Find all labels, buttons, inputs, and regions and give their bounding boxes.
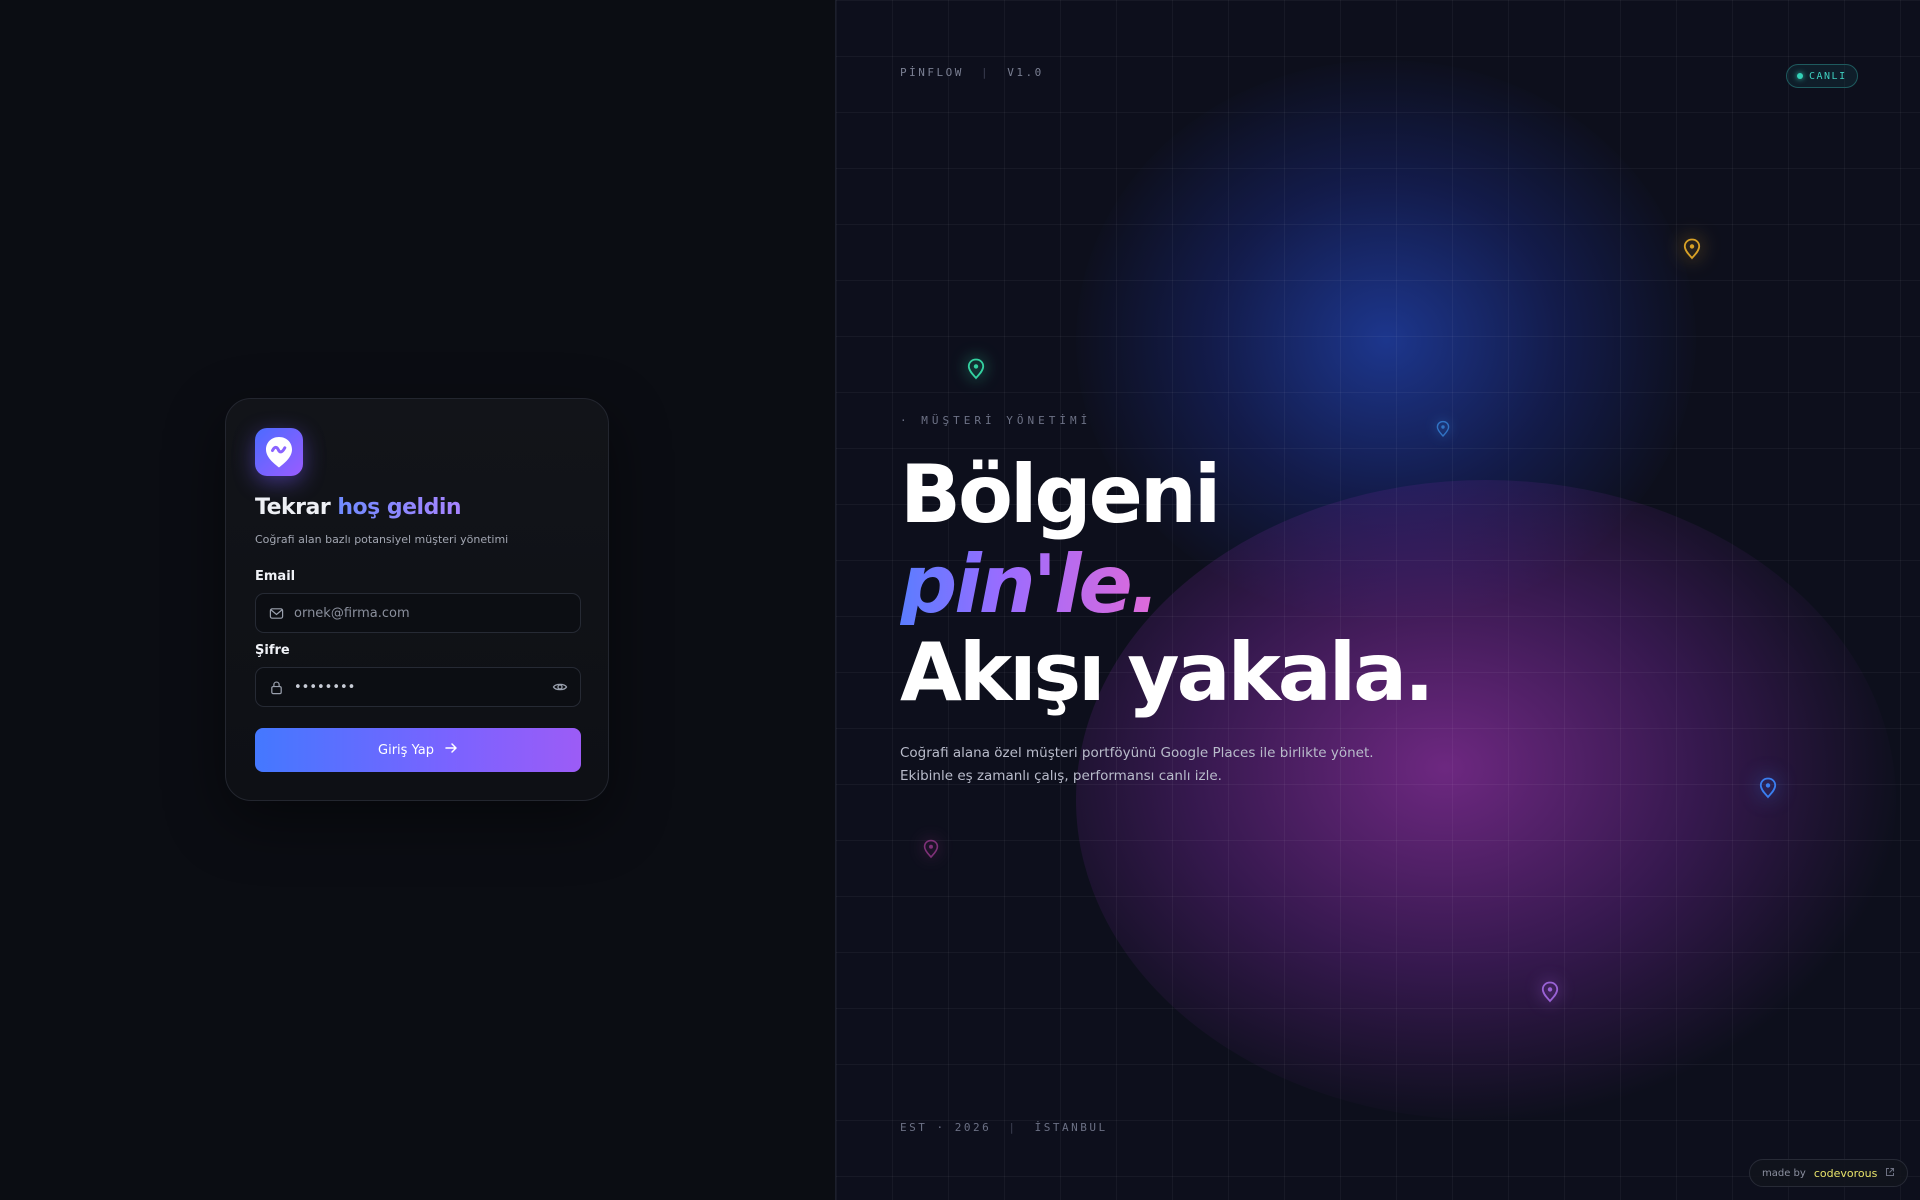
hero-description-line2: Ekibinle eş zamanlı çalış, performansı c… — [900, 768, 1222, 784]
footer-est: EST · 2026 — [900, 1121, 992, 1134]
lock-icon — [268, 679, 284, 695]
brand-version-number: V1.0 — [1007, 66, 1044, 79]
login-panel: Tekrar hoş geldin Coğrafi alan bazlı pot… — [0, 0, 835, 1200]
login-submit-label: Giriş Yap — [378, 742, 434, 758]
footer-city: İSTANBUL — [1034, 1121, 1108, 1134]
hero-headline-line3: Akışı yakala. — [900, 626, 1435, 719]
welcome-title-part1: Tekrar — [255, 495, 331, 520]
live-dot-icon — [1797, 73, 1803, 79]
welcome-subtitle: Coğrafi alan bazlı potansiyel müşteri yö… — [255, 533, 509, 546]
eye-icon[interactable] — [552, 679, 568, 695]
hero-headline-line1: Bölgeni — [900, 448, 1221, 541]
hero-panel: PİNFLOW | V1.0 CANLI · MÜŞTERİ YÖNETİMİ … — [835, 0, 1920, 1200]
made-by-link[interactable]: made by codevorous — [1749, 1159, 1909, 1187]
password-label: Şifre — [255, 643, 290, 658]
external-link-icon — [1885, 1167, 1895, 1180]
arrow-right-icon — [444, 741, 458, 759]
live-badge-label: CANLI — [1809, 70, 1847, 82]
map-pin-icon — [1432, 418, 1454, 440]
email-field[interactable] — [255, 593, 581, 633]
hero-footer: EST · 2026 | İSTANBUL — [900, 1121, 1108, 1134]
login-submit-button[interactable]: Giriş Yap — [255, 728, 581, 772]
map-pin-icon — [1757, 777, 1779, 799]
login-card: Tekrar hoş geldin Coğrafi alan bazlı pot… — [225, 398, 609, 801]
live-badge: CANLI — [1786, 64, 1858, 88]
welcome-title-part2: hoş geldin — [337, 495, 462, 520]
brand-name: PİNFLOW — [900, 66, 964, 79]
map-pin-icon — [965, 358, 987, 380]
brand-version: PİNFLOW | V1.0 — [900, 66, 1044, 79]
map-pin-icon — [1681, 238, 1703, 260]
password-input[interactable] — [294, 679, 552, 695]
hero-description-line1: Coğrafi alana özel müşteri portföyünü Go… — [900, 745, 1374, 761]
made-by-brand: codevorous — [1813, 1166, 1878, 1180]
map-pin-icon — [920, 838, 942, 860]
app-logo-icon — [255, 428, 303, 476]
map-pin-icon — [1539, 981, 1561, 1003]
email-label: Email — [255, 569, 296, 584]
welcome-title: Tekrar hoş geldin — [255, 495, 462, 520]
hero-headline-line2: pin'le. — [900, 538, 1160, 631]
hero-eyebrow: · MÜŞTERİ YÖNETİMİ — [900, 414, 1092, 427]
password-field[interactable] — [255, 667, 581, 707]
mail-icon — [268, 605, 284, 621]
email-input[interactable] — [294, 605, 568, 621]
made-by-prefix: made by — [1762, 1167, 1806, 1179]
